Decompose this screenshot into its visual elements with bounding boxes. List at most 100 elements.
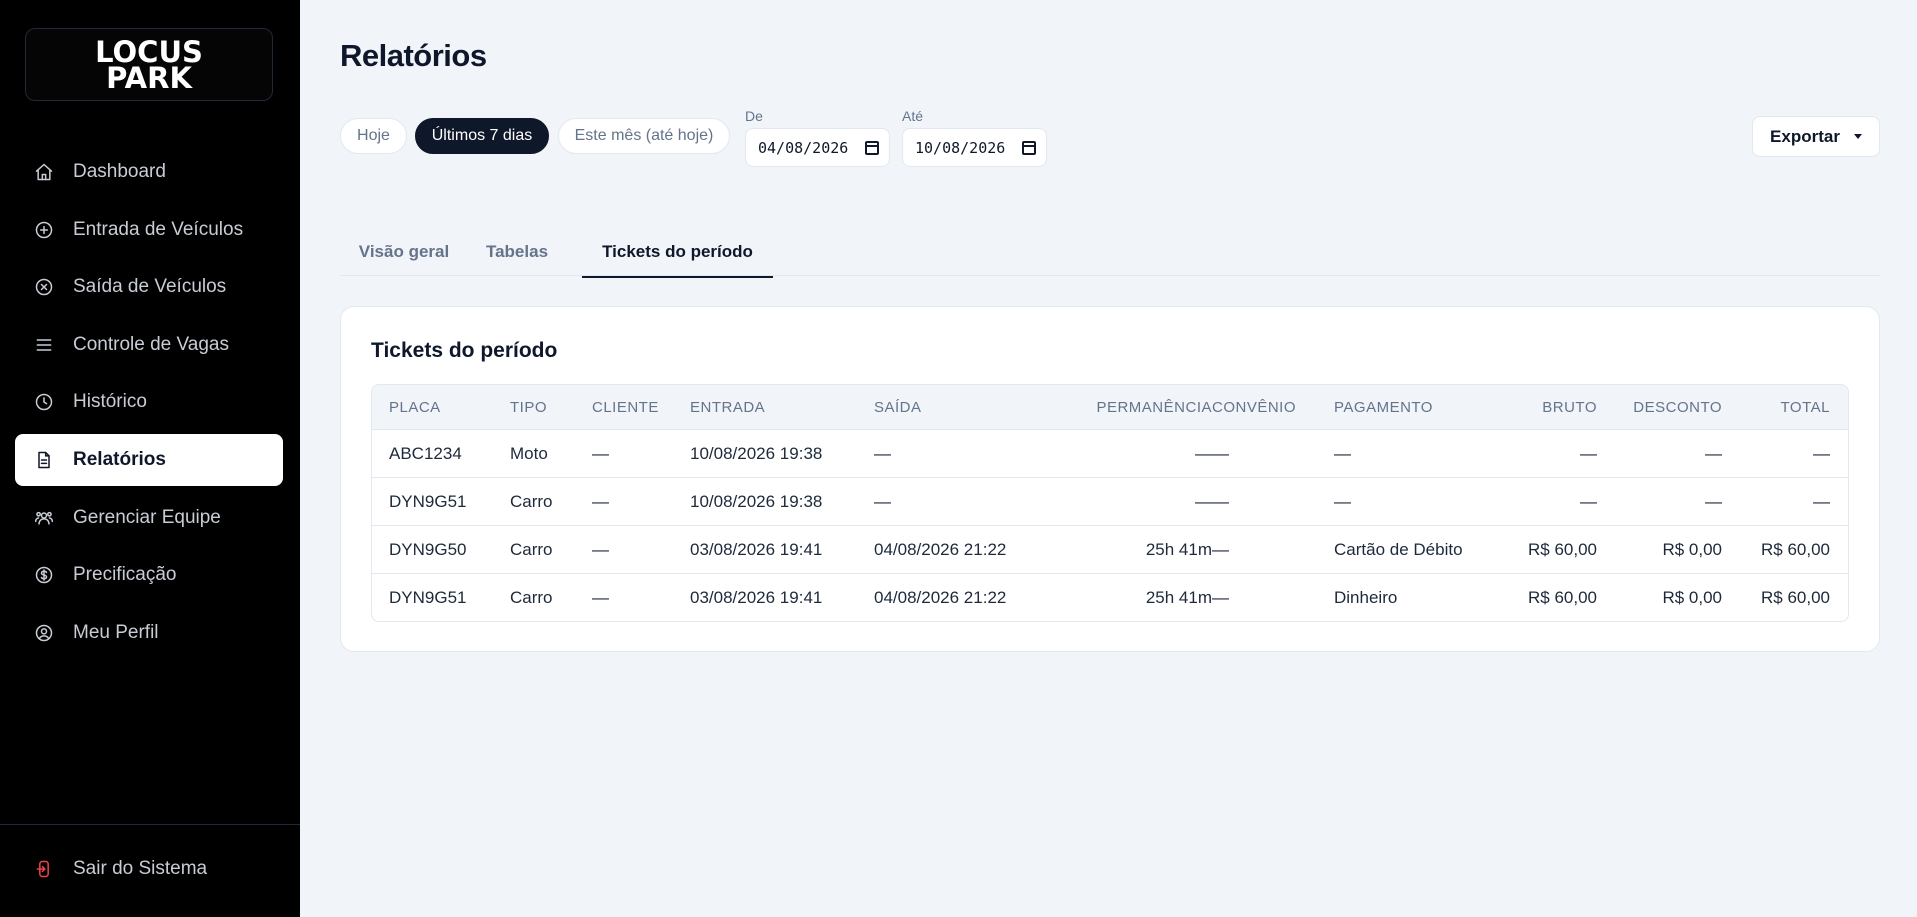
date-from-label: De	[745, 108, 763, 124]
table-cell: —	[592, 539, 609, 559]
export-label: Exportar	[1770, 126, 1840, 146]
table-cell: DYN9G51	[389, 587, 467, 607]
table-cell: R$ 60,00	[1761, 587, 1830, 607]
table-cell: —	[1212, 443, 1229, 463]
table-cell: —	[592, 587, 609, 607]
preset-este-mes-button[interactable]: Este mês (até hoje)	[558, 118, 730, 154]
sidebar-item-label: Saída de Veículos	[73, 276, 227, 298]
column-header: ENTRADA	[690, 398, 766, 416]
sidebar-item-historico[interactable]: Histórico	[15, 376, 283, 428]
table-cell: —	[1212, 587, 1229, 607]
brand-line-2: PARK	[106, 60, 192, 95]
sidebar-item-label: Precificação	[73, 564, 177, 586]
table-cell: —	[1195, 443, 1212, 463]
date-to-value: 10/08/2026	[915, 138, 1006, 157]
table-cell: Carro	[510, 491, 553, 511]
sidebar-item-precificacao[interactable]: Precificação	[15, 549, 283, 601]
table-cell: —	[1705, 491, 1722, 511]
table-cell: R$ 60,00	[1761, 539, 1830, 559]
home-icon	[33, 161, 55, 183]
column-header: BRUTO	[1542, 398, 1597, 416]
tab-visao-geral[interactable]: Visão geral	[340, 228, 468, 276]
users-icon	[33, 507, 55, 529]
sidebar-item-label: Entrada de Veículos	[73, 218, 244, 240]
table-cell: 03/08/2026 19:41	[690, 539, 823, 559]
sidebar-item-label: Gerenciar Equipe	[73, 506, 221, 528]
tab-tickets-periodo[interactable]: Tickets do período	[582, 228, 773, 278]
table-row[interactable]: DYN9G50 Carro —03/08/2026 19:41 04/08/2026 …	[372, 525, 1848, 573]
table-cell: DYN9G51	[389, 491, 467, 511]
date-from-input[interactable]: 04/08/2026	[745, 128, 890, 167]
sidebar-item-entrada[interactable]: Entrada de Veículos	[15, 204, 283, 256]
table-cell: R$ 0,00	[1662, 539, 1722, 559]
table-row[interactable]: DYN9G51 Carro —10/08/2026 19:38— — — — — — —	[372, 477, 1848, 525]
calendar-icon[interactable]	[1022, 141, 1036, 155]
calendar-icon[interactable]	[865, 141, 879, 155]
logout-label: Sair do Sistema	[73, 858, 208, 879]
table-cell: —	[1334, 491, 1351, 511]
sidebar-item-label: Dashboard	[73, 161, 166, 182]
table-row[interactable]: ABC1234 Moto —10/08/2026 19:38— — — — — — —	[372, 429, 1848, 477]
sidebar-item-vagas[interactable]: Controle de Vagas	[15, 319, 283, 371]
sidebar-item-label: Relatórios	[73, 448, 166, 470]
report-tabs: Visão geral Tabelas Tickets do período	[340, 228, 1880, 278]
table-cell: —	[1212, 491, 1229, 511]
table-cell: —	[1813, 491, 1830, 511]
tickets-card: Tickets do período PLACA TIPO CLIENTE ENTRA…	[340, 306, 1880, 652]
plus-circle-icon	[33, 219, 55, 241]
column-header: CLIENTE	[592, 398, 659, 416]
tickets-table: PLACA TIPO CLIENTE ENTRADA SAÍDA PERMANÊNCIA C…	[371, 384, 1849, 622]
table-row[interactable]: DYN9G51 Carro —03/08/2026 19:41 04/08/2026 …	[372, 573, 1848, 621]
table-cell: —	[1195, 491, 1212, 511]
table-cell: —	[1334, 443, 1351, 463]
x-circle-icon	[33, 276, 55, 298]
table-cell: 03/08/2026 19:41	[690, 587, 823, 607]
table-cell: —	[1580, 491, 1597, 511]
sidebar-item-relatorios[interactable]: Relatórios	[15, 433, 283, 486]
brand-logo[interactable]: LOCUS PARK	[25, 28, 273, 101]
table-cell: DYN9G50	[389, 539, 467, 559]
date-to-label: Até	[902, 108, 924, 124]
column-header: PLACA	[389, 398, 441, 416]
table-cell: 25h 41m	[1145, 539, 1212, 559]
logout-icon	[33, 858, 55, 880]
column-header: PERMANÊNCIA	[1096, 398, 1212, 416]
table-cell: 10/08/2026 19:38	[690, 443, 823, 463]
clock-icon	[33, 391, 55, 413]
table-cell: —	[1705, 443, 1722, 463]
column-header: DESCONTO	[1633, 398, 1722, 416]
sidebar: LOCUS PARK Dashboard Entrada de Veículos…	[0, 0, 300, 917]
table-cell: Carro	[510, 587, 553, 607]
preset-7-dias-button[interactable]: Últimos 7 dias	[415, 118, 549, 154]
file-icon	[33, 449, 55, 471]
sidebar-item-equipe[interactable]: Gerenciar Equipe	[15, 492, 283, 544]
tab-tabelas[interactable]: Tabelas	[468, 228, 566, 276]
table-header-row: PLACA TIPO CLIENTE ENTRADA SAÍDA PERMANÊNCIA C…	[372, 385, 1848, 429]
chevron-down-icon	[1853, 134, 1862, 139]
preset-hoje-button[interactable]: Hoje	[340, 118, 407, 154]
table-cell: R$ 0,00	[1662, 587, 1722, 607]
column-header: TIPO	[510, 398, 548, 416]
sidebar-item-label: Controle de Vagas	[73, 333, 229, 355]
sidebar-divider	[0, 824, 300, 825]
logout-button[interactable]: Sair do Sistema	[33, 858, 207, 880]
table-cell: R$ 60,00	[1528, 587, 1597, 607]
dollar-circle-icon	[33, 564, 55, 586]
table-cell: Moto	[510, 443, 548, 463]
table-cell: —	[1212, 539, 1229, 559]
table-cell: —	[1580, 443, 1597, 463]
table-cell: —	[592, 491, 609, 511]
column-header: CONVÊNIO	[1212, 398, 1297, 416]
table-cell: Dinheiro	[1334, 587, 1398, 607]
sidebar-item-dashboard[interactable]: Dashboard	[15, 146, 283, 198]
table-cell: —	[592, 443, 609, 463]
menu-icon	[33, 334, 55, 356]
column-header: PAGAMENTO	[1334, 398, 1433, 416]
date-to-input[interactable]: 10/08/2026	[902, 128, 1047, 167]
sidebar-item-perfil[interactable]: Meu Perfil	[15, 607, 283, 659]
page-title: Relatórios	[340, 38, 487, 73]
sidebar-item-saida[interactable]: Saída de Veículos	[15, 261, 283, 313]
table-cell: Carro	[510, 539, 553, 559]
table-cell: R$ 60,00	[1528, 539, 1597, 559]
export-button[interactable]: Exportar	[1752, 116, 1880, 157]
